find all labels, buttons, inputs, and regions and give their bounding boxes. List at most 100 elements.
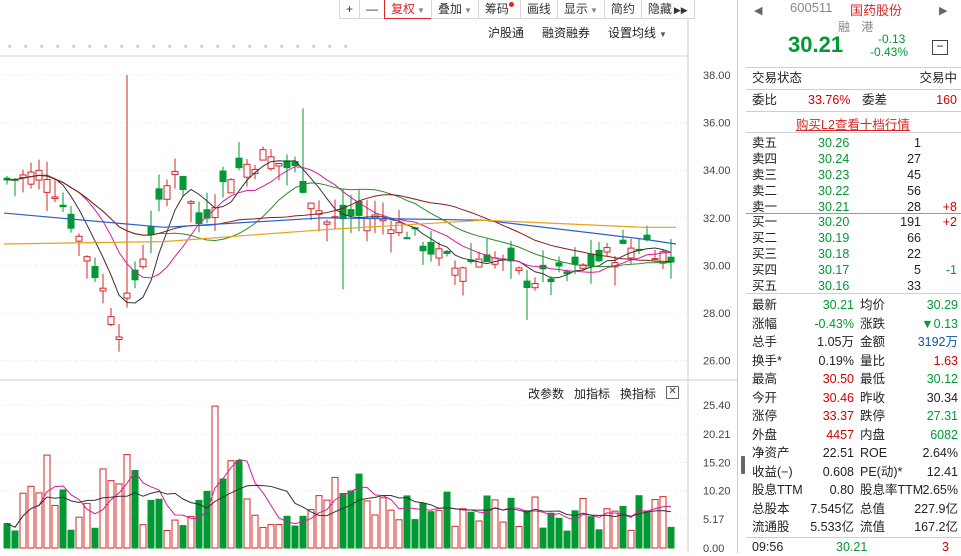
event-marker-icon: * (40, 43, 44, 53)
chouma-button[interactable]: 筹码 (477, 0, 521, 19)
zoom-in-button[interactable]: + (339, 0, 361, 19)
stat-label: 净资产 (752, 446, 790, 460)
kline-chart[interactable]: 38.00 36.00 34.00 32.00 30.00 28.00 26.00 25.40… (0, 0, 737, 553)
indicator-bar: 改参数 加指标 换指标 ✕ (528, 385, 680, 402)
stat-value: 2.65% (922, 483, 958, 497)
volume-bar (251, 514, 259, 549)
level-label: 卖四 (752, 152, 778, 166)
stat-label: 今开 (752, 390, 778, 405)
caret-down-icon: ▼ (417, 6, 425, 15)
volume-bar (195, 499, 203, 549)
buy-l2-link[interactable]: 购买L2查看十档行情 (796, 114, 910, 133)
volume-bar (107, 480, 115, 549)
ask-level[interactable]: 卖五 30.26 1 (746, 135, 961, 151)
volume-bar (435, 509, 443, 549)
bid-level[interactable]: 买三 30.18 22 (746, 246, 961, 262)
candle-body (507, 247, 515, 262)
ask-level[interactable]: 卖三 30.23 45 (746, 167, 961, 183)
level-price: 30.26 (818, 136, 850, 150)
volume-bar (99, 468, 107, 549)
level-volume: 191 (900, 215, 921, 229)
level-label: 卖二 (752, 184, 778, 198)
bid-level[interactable]: 买一 30.20 191 +2 (746, 214, 961, 230)
volume-bar (315, 495, 323, 549)
bid-level[interactable]: 买二 30.19 66 (746, 230, 961, 246)
weicha-label: 委差 (862, 93, 888, 107)
chart-toolbar: + — 复权 ▼ 叠加 ▼ 筹码 画线 显示 ▼ 简约 隐藏 ▶▶ (339, 0, 695, 19)
bid-level[interactable]: 买四 30.17 5 -1 (746, 262, 961, 278)
event-marker-icon: * (200, 43, 204, 53)
collapse-header-button[interactable]: − (932, 40, 948, 55)
stat-label: 涨跌 (860, 316, 886, 331)
zoom-out-button[interactable]: — (359, 0, 386, 19)
stat-value: 1.05万 (817, 335, 854, 349)
volume-bar (627, 529, 635, 549)
candle-body (139, 258, 147, 268)
yincang-button[interactable]: 隐藏 ▶▶ (640, 0, 695, 19)
ma-settings-menu[interactable]: 设置均线 ▼ (608, 24, 667, 41)
prev-stock-icon[interactable]: ◀ (754, 4, 762, 17)
volume-bar (347, 490, 355, 549)
stock-name[interactable]: 国药股份 (850, 0, 902, 19)
stat-value: 30.34 (926, 390, 958, 405)
candle-body (531, 283, 539, 289)
ask-level[interactable]: 卖四 30.24 27 (746, 151, 961, 167)
candle-body (155, 188, 163, 200)
volume-bar (587, 516, 595, 549)
volume-bar (643, 511, 651, 549)
chart-area[interactable]: 38.00 36.00 34.00 32.00 30.00 28.00 26.00 25.40… (0, 0, 744, 553)
chouma-label: 筹码 (484, 2, 509, 16)
close-icon[interactable]: ✕ (666, 386, 680, 399)
volume-bar (155, 498, 163, 549)
candle-body (43, 179, 51, 193)
stat-value: 4457 (826, 427, 854, 442)
volume-bar (667, 526, 675, 549)
volume-bar (539, 527, 547, 549)
swap-indicator-button[interactable]: 换指标 (620, 385, 656, 402)
volume-bar (467, 511, 475, 549)
volume-bar (651, 499, 659, 549)
volume-bar (51, 504, 59, 549)
volume-bar (379, 497, 387, 549)
stat-value: 30.29 (926, 298, 958, 312)
hgt-toggle[interactable]: 沪股通 (488, 24, 524, 41)
volume-bar (371, 514, 379, 549)
candle-body (475, 258, 483, 268)
ask-level[interactable]: 卖二 30.22 56 (746, 183, 961, 199)
candle-body (435, 248, 443, 259)
stats-row: 换手* 0.19% 量比 1.63 (746, 352, 961, 370)
huaxian-button[interactable]: 画线 (519, 0, 558, 19)
xianshi-menu[interactable]: 显示 ▼ (556, 0, 605, 19)
ma-line (6, 160, 672, 304)
candle-body (107, 316, 115, 326)
fuquan-menu[interactable]: 复权 ▼ (384, 0, 432, 19)
level-price: 30.16 (818, 279, 850, 293)
candle-body (323, 221, 331, 225)
level-volume: 33 (907, 279, 921, 293)
volume-bar (123, 454, 131, 549)
level-volume: 27 (907, 152, 921, 166)
bid-level[interactable]: 买五 30.16 33 (746, 278, 961, 294)
volume-bar (227, 460, 235, 549)
candle-body (99, 287, 107, 292)
level-volume: 22 (907, 247, 921, 261)
candle-body (83, 256, 91, 262)
rzrq-toggle[interactable]: 融资融券 (542, 24, 590, 41)
collapse-handle[interactable] (741, 456, 745, 474)
edit-params-button[interactable]: 改参数 (528, 385, 564, 402)
level-label: 买五 (752, 279, 778, 293)
next-stock-icon[interactable]: ▶ (939, 4, 947, 17)
volume-bar (139, 524, 147, 549)
quote-panel: ◀ 600511 国药股份 ▶ 融 港 30.21 -0.13 -0.43% −… (746, 0, 961, 554)
panel-divider[interactable] (737, 0, 738, 553)
weibi-label: 委比 (752, 93, 778, 107)
volume-bar (163, 530, 171, 549)
add-indicator-button[interactable]: 加指标 (574, 385, 610, 402)
price-axis-tick: 38.00 (703, 70, 731, 82)
jianyue-button[interactable]: 简约 (603, 0, 642, 19)
stat-label: 流通股 (752, 520, 790, 534)
diejia-menu[interactable]: 叠加 ▼ (430, 0, 479, 19)
stats-row: 收益(−) 0.608 PE(动)* 12.41 (746, 463, 961, 481)
stat-value: 227.9亿 (914, 501, 958, 516)
event-marker-icon: * (216, 43, 220, 53)
